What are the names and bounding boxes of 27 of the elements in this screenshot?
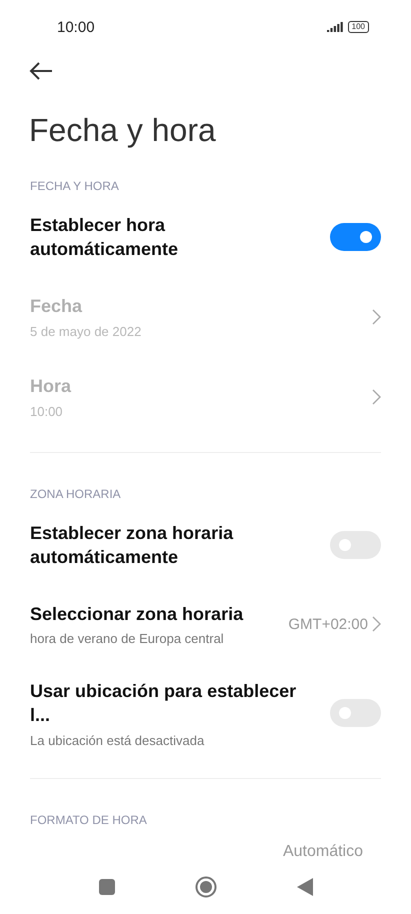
- setting-subtitle: 10:00: [30, 404, 64, 419]
- home-button[interactable]: [194, 876, 216, 898]
- setting-label: Fecha: [30, 295, 84, 318]
- chevron-icon: [372, 388, 381, 405]
- section-header: ZONA HORARIA: [30, 486, 122, 501]
- page-title: Fecha y hora: [29, 112, 217, 149]
- setting-value: GMT+02:00: [288, 616, 368, 633]
- setting-subtitle: hora de verano de Europa central: [30, 631, 225, 646]
- chevron-icon: [372, 616, 381, 632]
- status-time: 10:00: [57, 18, 95, 36]
- chevron-icon: [372, 308, 381, 325]
- setting-subtitle: La ubicación está desactivada: [30, 732, 206, 748]
- setting-label: Hora: [30, 375, 72, 398]
- battery-icon: 100: [348, 21, 369, 33]
- signal-icon: [326, 22, 344, 32]
- setting-label: Establecer hora automáticamente: [30, 214, 180, 262]
- setting-subtitle: 5 de mayo de 2022: [30, 324, 142, 339]
- section-header: FECHA Y HORA: [30, 179, 120, 193]
- toggle-switch[interactable]: [330, 223, 381, 252]
- back-nav-button[interactable]: [296, 878, 312, 896]
- section-header: FORMATO DE HORA: [30, 812, 148, 827]
- setting-label: Usar ubicación para establecer l...: [30, 680, 298, 728]
- recents-button[interactable]: [98, 878, 114, 894]
- setting-label: Establecer zona horaria automáticamente: [30, 522, 234, 569]
- setting-label: Seleccionar zona horaria: [30, 603, 244, 626]
- back-button[interactable]: [28, 60, 54, 82]
- setting-value: Automático: [282, 842, 363, 862]
